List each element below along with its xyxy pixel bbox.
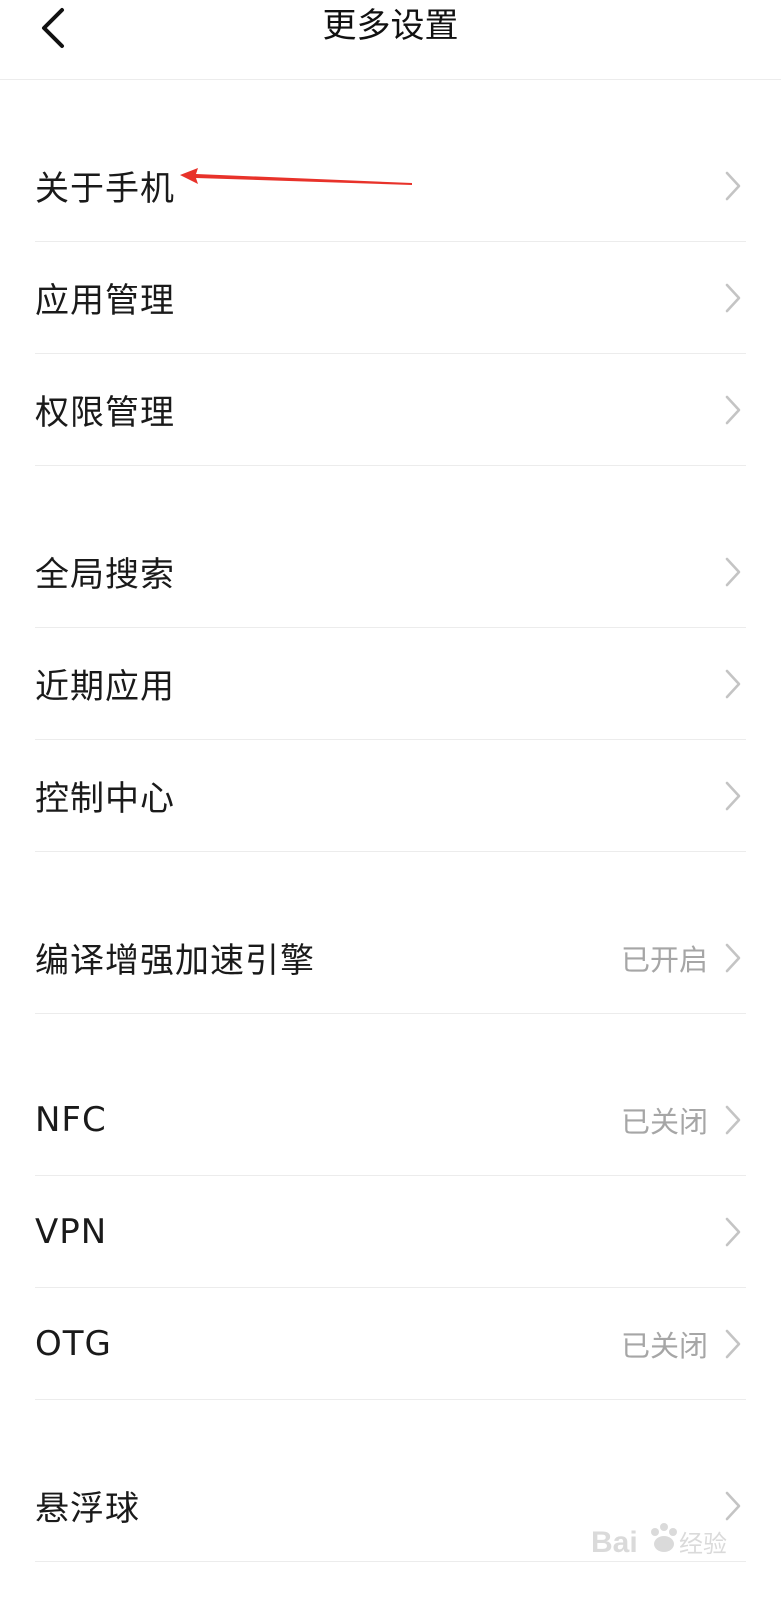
title-bar: 更多设置 [0, 0, 781, 80]
settings-item-floating-ball[interactable]: 悬浮球 [35, 1450, 746, 1562]
settings-item-label: 悬浮球 [35, 1489, 140, 1529]
chevron-right-icon [722, 779, 744, 813]
chevron-right-icon [722, 667, 744, 701]
settings-item-app-management[interactable]: 应用管理 [35, 242, 746, 354]
status-value: 已开启 [620, 942, 708, 977]
status-value: 已关闭 [620, 1104, 708, 1139]
chevron-right-icon [722, 1215, 744, 1249]
settings-item-label: 应用管理 [35, 281, 175, 321]
chevron-right-icon [722, 1103, 744, 1137]
settings-item-compile-boost-engine[interactable]: 编译增强加速引擎 已开启 [35, 902, 746, 1014]
chevron-right-icon [722, 555, 744, 589]
settings-item-label: 权限管理 [35, 393, 175, 433]
settings-item-label: NFC [35, 1099, 107, 1140]
settings-item-label: 近期应用 [35, 667, 175, 707]
settings-item-label: 控制中心 [35, 779, 175, 819]
page-title: 更多设置 [322, 6, 459, 46]
status-value: 已关闭 [620, 1328, 708, 1363]
chevron-right-icon [722, 281, 744, 315]
settings-item-recent-apps[interactable]: 近期应用 [35, 628, 746, 740]
chevron-right-icon [722, 941, 744, 975]
settings-item-otg[interactable]: OTG 已关闭 [35, 1288, 746, 1400]
chevron-right-icon [722, 393, 744, 427]
settings-item-about-phone[interactable]: 关于手机 [35, 130, 746, 242]
settings-item-label: OTG [35, 1323, 112, 1364]
settings-item-global-search[interactable]: 全局搜索 [35, 516, 746, 628]
chevron-right-icon [722, 1327, 744, 1361]
chevron-right-icon [722, 169, 744, 203]
settings-item-control-center[interactable]: 控制中心 [35, 740, 746, 852]
settings-item-nfc[interactable]: NFC 已关闭 [35, 1064, 746, 1176]
settings-item-vpn[interactable]: VPN [35, 1176, 746, 1288]
settings-item-label: 全局搜索 [35, 555, 175, 595]
settings-item-permission-management[interactable]: 权限管理 [35, 354, 746, 466]
settings-list: 关于手机 应用管理 权限管理 全局搜索 近期应用 控制中心 编译增强加速引擎 已… [0, 80, 781, 1562]
settings-item-label: VPN [35, 1211, 108, 1252]
chevron-right-icon [722, 1489, 744, 1523]
settings-item-label: 编译增强加速引擎 [35, 941, 315, 981]
settings-item-label: 关于手机 [35, 169, 175, 209]
